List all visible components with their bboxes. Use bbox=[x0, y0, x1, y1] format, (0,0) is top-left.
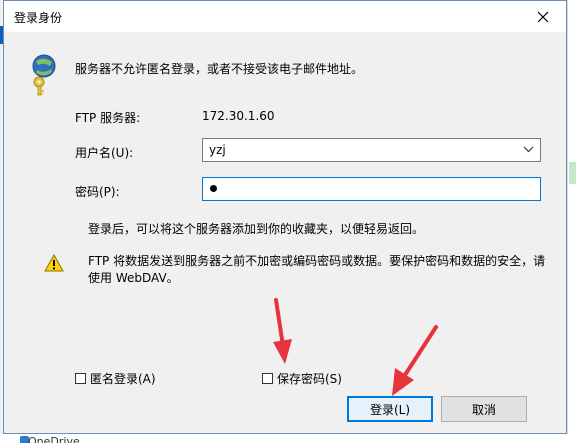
password-field[interactable] bbox=[202, 177, 541, 201]
login-dialog: 登录身份 服务器不允许匿名登录，或者不接受该电子邮件地址。 FTP 服务器: 1… bbox=[3, 0, 567, 434]
ftp-server-value: 172.30.1.60 bbox=[202, 109, 275, 123]
save-password-label[interactable]: 保存密码(S) bbox=[277, 370, 342, 387]
close-icon bbox=[537, 11, 549, 22]
background-bottom-text: OneDrive bbox=[28, 435, 80, 443]
info-message: 服务器不允许匿名登录，或者不接受该电子邮件地址。 bbox=[75, 62, 364, 76]
favorites-note: 登录后，可以将这个服务器添加到你的收藏夹，以便轻易返回。 bbox=[88, 222, 425, 236]
anonymous-login-checkbox[interactable]: 匿名登录(A) bbox=[75, 370, 156, 387]
save-password-checkbox[interactable]: 保存密码(S) bbox=[262, 370, 342, 387]
password-mask bbox=[210, 185, 217, 192]
warning-icon bbox=[44, 254, 64, 272]
username-input[interactable] bbox=[203, 139, 540, 161]
login-button[interactable]: 登录(L) bbox=[347, 396, 433, 422]
background-right-accent bbox=[569, 162, 576, 184]
window-title: 登录身份 bbox=[14, 11, 63, 25]
title-bar: 登录身份 bbox=[4, 1, 566, 32]
background-right-strip bbox=[567, 0, 576, 443]
warning-text: FTP 将数据发送到服务器之前不加密或编码密码或数据。要保护密码和数据的安全，请… bbox=[88, 254, 546, 285]
save-password-box[interactable] bbox=[262, 373, 273, 384]
anonymous-login-label[interactable]: 匿名登录(A) bbox=[90, 370, 156, 387]
chevron-down-icon[interactable] bbox=[523, 146, 534, 153]
key-icon bbox=[32, 54, 56, 96]
username-combobox[interactable] bbox=[202, 138, 541, 162]
close-button[interactable] bbox=[520, 1, 566, 32]
anonymous-login-box[interactable] bbox=[75, 373, 86, 384]
password-label: 密码(P): bbox=[75, 185, 120, 199]
cancel-button[interactable]: 取消 bbox=[441, 396, 527, 422]
ftp-server-label: FTP 服务器: bbox=[75, 111, 141, 125]
username-label: 用户名(U): bbox=[75, 146, 134, 160]
background-bottom-strip bbox=[0, 434, 576, 443]
